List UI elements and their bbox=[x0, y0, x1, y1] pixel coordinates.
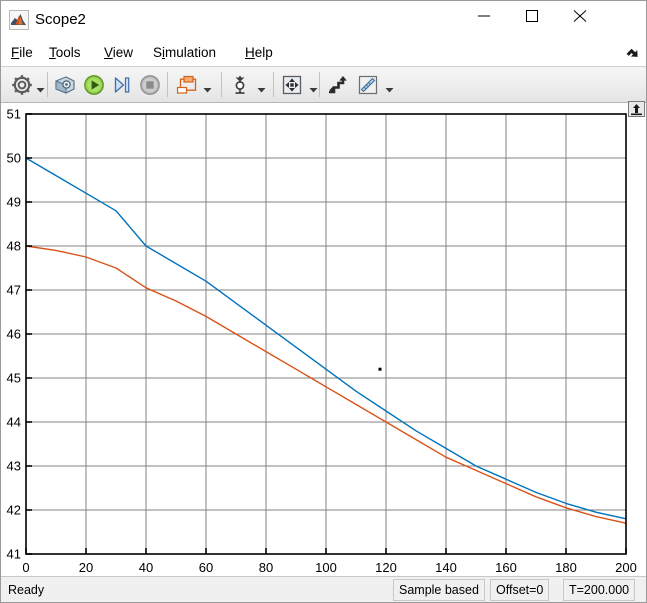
layout-icon bbox=[176, 75, 197, 94]
close-icon bbox=[573, 10, 587, 22]
print-scope-icon bbox=[55, 76, 75, 94]
run-button[interactable] bbox=[81, 72, 107, 98]
style-stairs-icon bbox=[329, 76, 347, 94]
status-offset: Offset=0 bbox=[490, 579, 550, 601]
menu-item-view[interactable]: View bbox=[100, 43, 137, 62]
layout-button[interactable] bbox=[173, 72, 199, 98]
minimize-icon bbox=[478, 15, 490, 17]
x-axis-label: 120 bbox=[375, 560, 397, 575]
x-axis-label: 200 bbox=[615, 560, 637, 575]
menu-item-tools[interactable]: Tools bbox=[45, 43, 85, 62]
chevron-down-icon bbox=[203, 88, 212, 93]
minimize-button[interactable] bbox=[462, 1, 508, 31]
title-bar: Scope2 bbox=[1, 1, 646, 39]
maximize-button[interactable] bbox=[510, 1, 556, 31]
signal-probe-icon bbox=[235, 76, 245, 94]
x-axis-label: 180 bbox=[555, 560, 577, 575]
window-title: Scope2 bbox=[35, 11, 86, 28]
x-axis-label: 160 bbox=[495, 560, 517, 575]
stop-icon bbox=[140, 75, 160, 95]
toolbar bbox=[1, 67, 646, 103]
y-axis-label: 44 bbox=[7, 415, 21, 430]
plot-panel: 41 42 43 44 45 46 47 48 49 50 51 0 20 40 60 80 100 120 140… bbox=[1, 103, 647, 576]
configuration-properties-dropdown[interactable] bbox=[36, 81, 45, 93]
scope-window: Scope2 File Tools View Simulation Help 4… bbox=[0, 0, 647, 603]
fit-to-view-button[interactable] bbox=[628, 101, 645, 117]
scope-plot[interactable]: 41 42 43 44 45 46 47 48 49 50 51 0 20 40 60 80 100 120 140… bbox=[1, 103, 647, 576]
y-axis-label: 46 bbox=[7, 327, 21, 342]
measurements-dropdown[interactable] bbox=[385, 81, 394, 93]
close-button[interactable] bbox=[558, 1, 604, 31]
chevron-down-icon bbox=[257, 88, 266, 93]
chevron-down-icon bbox=[36, 88, 45, 93]
y-axis-label: 42 bbox=[7, 503, 21, 518]
matlab-membrane-icon bbox=[9, 10, 29, 30]
y-axis-label: 51 bbox=[7, 107, 21, 122]
fit-to-view-icon bbox=[629, 102, 644, 116]
stop-button[interactable] bbox=[137, 72, 163, 98]
y-axis-label: 43 bbox=[7, 459, 21, 474]
overflow-arrow-icon[interactable] bbox=[626, 45, 640, 61]
x-axis-label: 140 bbox=[435, 560, 457, 575]
run-icon bbox=[84, 75, 104, 95]
toolbar-separator bbox=[273, 72, 274, 97]
measurements-icon bbox=[358, 75, 378, 95]
autoscale-icon bbox=[282, 75, 302, 95]
status-ready-label: Ready bbox=[8, 583, 45, 597]
status-bar: Ready Sample based Offset=0 T=200.000 bbox=[1, 576, 646, 602]
layout-dropdown[interactable] bbox=[203, 81, 212, 93]
gear-icon bbox=[12, 75, 32, 95]
y-axis-label: 45 bbox=[7, 371, 21, 386]
y-axis-label: 50 bbox=[7, 151, 21, 166]
configuration-properties-button[interactable] bbox=[9, 72, 35, 98]
chevron-down-icon bbox=[385, 88, 394, 93]
toolbar-separator bbox=[221, 72, 222, 97]
x-axis-label: 80 bbox=[259, 560, 273, 575]
step-forward-icon bbox=[114, 77, 130, 93]
toolbar-separator bbox=[167, 72, 168, 97]
signal-selection-dropdown[interactable] bbox=[257, 81, 266, 93]
style-button[interactable] bbox=[325, 72, 351, 98]
menu-item-file[interactable]: File bbox=[7, 43, 37, 62]
signal-selection-button[interactable] bbox=[227, 72, 253, 98]
y-axis-label: 49 bbox=[7, 195, 21, 210]
status-time: T=200.000 bbox=[563, 579, 636, 601]
x-axis-label: 40 bbox=[139, 560, 153, 575]
menu-item-help[interactable]: Help bbox=[241, 43, 277, 62]
autoscale-button[interactable] bbox=[279, 72, 305, 98]
measurements-button[interactable] bbox=[355, 72, 381, 98]
y-axis-label: 41 bbox=[7, 547, 21, 562]
toolbar-separator bbox=[319, 72, 320, 97]
chevron-down-icon bbox=[309, 88, 318, 93]
x-axis-label: 0 bbox=[22, 560, 29, 575]
toolbar-separator bbox=[47, 72, 48, 97]
print-button[interactable] bbox=[53, 72, 79, 98]
maximize-icon bbox=[526, 10, 538, 22]
x-axis-label: 100 bbox=[315, 560, 337, 575]
menu-item-simulation[interactable]: Simulation bbox=[149, 43, 220, 62]
step-forward-button[interactable] bbox=[109, 72, 135, 98]
status-sample-mode: Sample based bbox=[393, 579, 485, 601]
y-axis-label: 47 bbox=[7, 283, 21, 298]
menu-bar: File Tools View Simulation Help bbox=[1, 39, 646, 67]
x-axis-label: 20 bbox=[79, 560, 93, 575]
x-axis-label: 60 bbox=[199, 560, 213, 575]
autoscale-dropdown[interactable] bbox=[309, 81, 318, 93]
y-axis-label: 48 bbox=[7, 239, 21, 254]
cursor-marker bbox=[378, 367, 382, 371]
